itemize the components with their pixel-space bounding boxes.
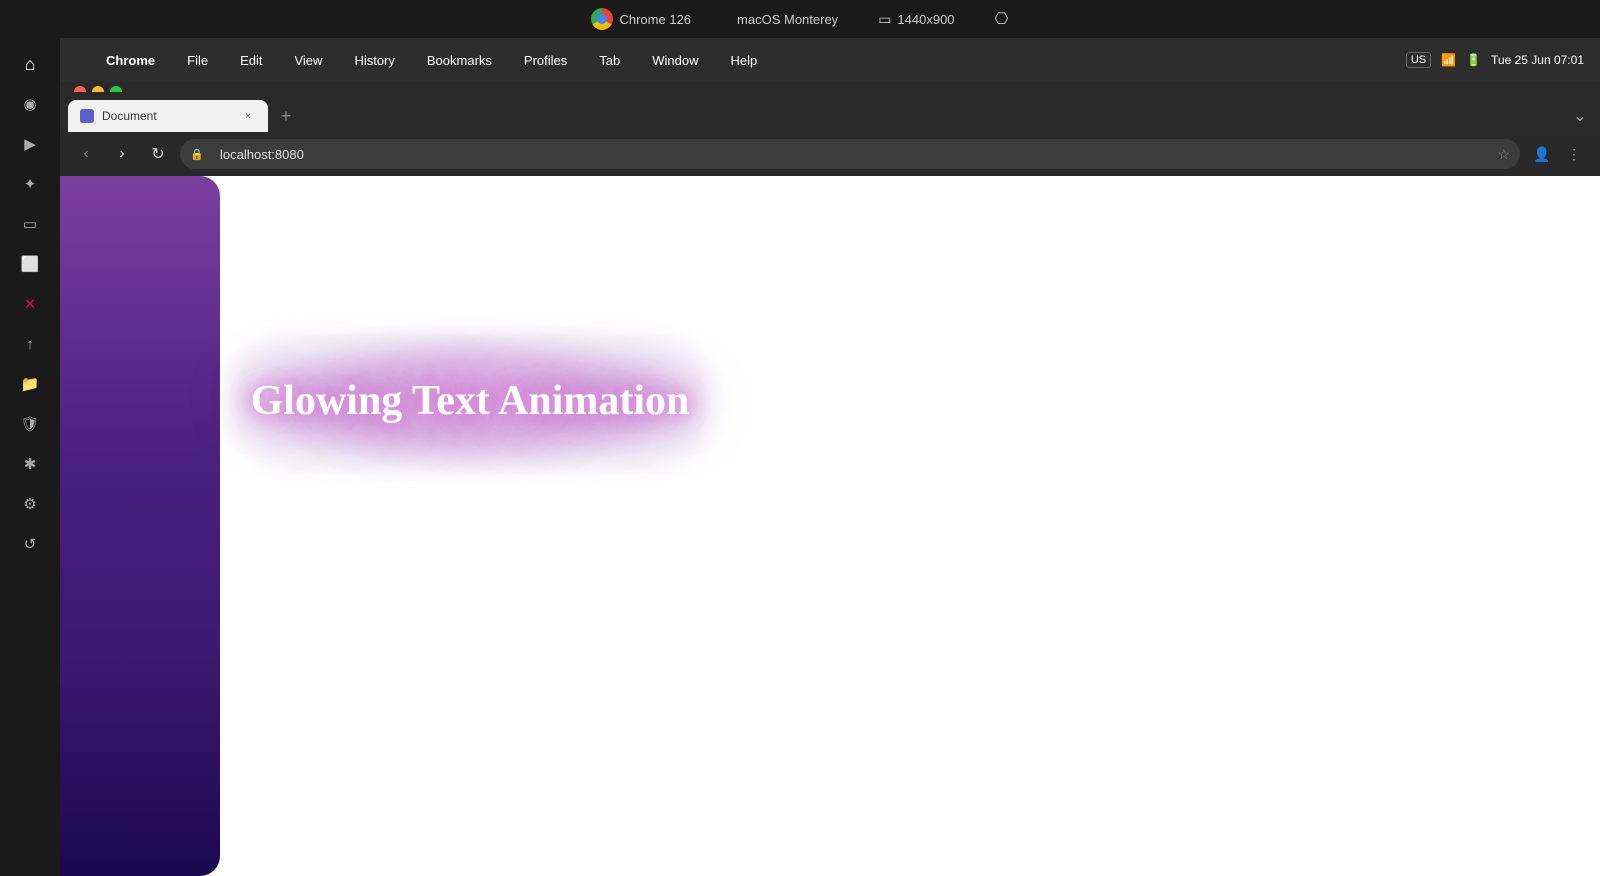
sidebar-item-refresh[interactable]: ↺ — [12, 526, 48, 562]
back-button[interactable]: ‹ — [72, 140, 100, 168]
lock-icon: 🔒 — [190, 148, 204, 161]
globe-icon: ✕ — [24, 295, 37, 313]
bookmark-star-icon[interactable]: ☆ — [1497, 146, 1510, 163]
active-tab[interactable]: Document × — [68, 100, 268, 132]
menu-window[interactable]: Window — [646, 51, 704, 70]
menu-tab[interactable]: Tab — [593, 51, 626, 70]
menu-help[interactable]: Help — [725, 51, 764, 70]
more-options-icon: ⋮ — [1567, 146, 1581, 163]
glow-container: Glowing Text Animation — [230, 331, 710, 471]
new-tab-button[interactable]: + — [272, 102, 300, 130]
wifi-icon: 📶 — [1441, 53, 1456, 67]
menu-history[interactable]: History — [348, 51, 400, 70]
upload-icon: ↑ — [26, 336, 34, 353]
browser-content: Glowing Text Animation — [60, 176, 1600, 876]
chrome-indicator: Chrome 126 — [591, 8, 691, 30]
resolution-icon: ▭ — [878, 11, 891, 28]
sidebar-item-settings[interactable]: ⚙ — [12, 486, 48, 522]
sidebar-item-shield[interactable]: 🛡 — [12, 406, 48, 442]
sidebar-item-video[interactable]: ▶ — [12, 126, 48, 162]
sidebar-item-camera[interactable]: ◉ — [12, 86, 48, 122]
menu-bookmarks[interactable]: Bookmarks — [421, 51, 498, 70]
sidebar-item-upload[interactable]: ↑ — [12, 326, 48, 362]
sidebar: ⌂ ◉ ▶ ✦ ▭ ⬜ ✕ ↑ 📁 — [0, 38, 60, 876]
chevron-down-icon: ⌄ — [1573, 106, 1586, 126]
sidebar-item-star[interactable]: ✦ — [12, 166, 48, 202]
more-options-button[interactable]: ⋮ — [1560, 140, 1588, 168]
resolution-label: 1440x900 — [897, 12, 954, 27]
bg-decoration — [60, 176, 220, 876]
forward-arrow-icon: › — [119, 145, 124, 163]
reload-button[interactable]: ↻ — [144, 140, 172, 168]
fingerprint-icon: ⎔ — [995, 9, 1009, 29]
glow-heading: Glowing Text Animation — [251, 377, 690, 425]
tab-dropdown-button[interactable]: ⌄ — [1568, 104, 1592, 128]
profile-button[interactable]: 👤 — [1528, 140, 1556, 168]
folder-icon: 📁 — [21, 375, 40, 393]
reload-icon: ↻ — [151, 144, 164, 164]
monitor-icon: ▭ — [23, 215, 37, 233]
sidebar-item-person[interactable]: ✱ — [12, 446, 48, 482]
desktop-icon: ⬜ — [21, 255, 40, 273]
address-bar: ‹ › ↻ 🔒 ☆ 👤 ⋮ — [60, 132, 1600, 176]
forward-button[interactable]: › — [108, 140, 136, 168]
menu-edit[interactable]: Edit — [234, 51, 268, 70]
video-icon: ▶ — [24, 135, 36, 153]
keyboard-layout: US — [1406, 52, 1431, 68]
menubar: Chrome File Edit View History Bookmarks … — [60, 38, 1600, 82]
sidebar-item-globe[interactable]: ✕ — [12, 286, 48, 322]
person-icon: ✱ — [24, 455, 37, 473]
webpage: Glowing Text Animation — [60, 176, 1600, 876]
macos-label: macOS Monterey — [737, 12, 838, 27]
back-arrow-icon: ‹ — [83, 145, 88, 163]
menu-view[interactable]: View — [288, 51, 328, 70]
sidebar-item-monitor[interactable]: ▭ — [12, 206, 48, 242]
sidebar-item-desktop[interactable]: ⬜ — [12, 246, 48, 282]
home-icon: ⌂ — [25, 54, 36, 75]
address-input[interactable] — [180, 139, 1520, 169]
menu-chrome[interactable]: Chrome — [100, 51, 161, 70]
settings-icon: ⚙ — [23, 495, 36, 513]
fingerprint-indicator: ⎔ — [995, 9, 1009, 29]
address-container: 🔒 ☆ — [180, 139, 1520, 169]
datetime-display: Tue 25 Jun 07:01 — [1491, 53, 1584, 67]
system-bar: Chrome 126 macOS Monterey ▭ 1440x900 ⎔ — [0, 0, 1600, 38]
sidebar-item-home[interactable]: ⌂ — [12, 46, 48, 82]
macos-indicator: macOS Monterey — [731, 12, 838, 27]
sidebar-item-folder[interactable]: 📁 — [12, 366, 48, 402]
menu-profiles[interactable]: Profiles — [518, 51, 573, 70]
chrome-label: Chrome 126 — [619, 12, 691, 27]
profile-icon: 👤 — [1533, 146, 1550, 163]
chrome-icon — [591, 8, 613, 30]
battery-icon: 🔋 — [1466, 53, 1481, 67]
resolution-indicator: ▭ 1440x900 — [878, 11, 954, 28]
tab-bar: Document × + ⌄ — [60, 92, 1600, 132]
menu-file[interactable]: File — [181, 51, 214, 70]
refresh-icon: ↺ — [24, 535, 37, 553]
tab-close-button[interactable]: × — [240, 108, 256, 124]
tab-title: Document — [102, 109, 232, 123]
sidebar-item-power[interactable]: ⏻ — [12, 870, 48, 876]
star2-icon: ✦ — [24, 175, 37, 193]
shield-icon: 🛡 — [20, 415, 39, 433]
tab-favicon — [80, 109, 94, 123]
camera-icon: ◉ — [23, 95, 36, 113]
